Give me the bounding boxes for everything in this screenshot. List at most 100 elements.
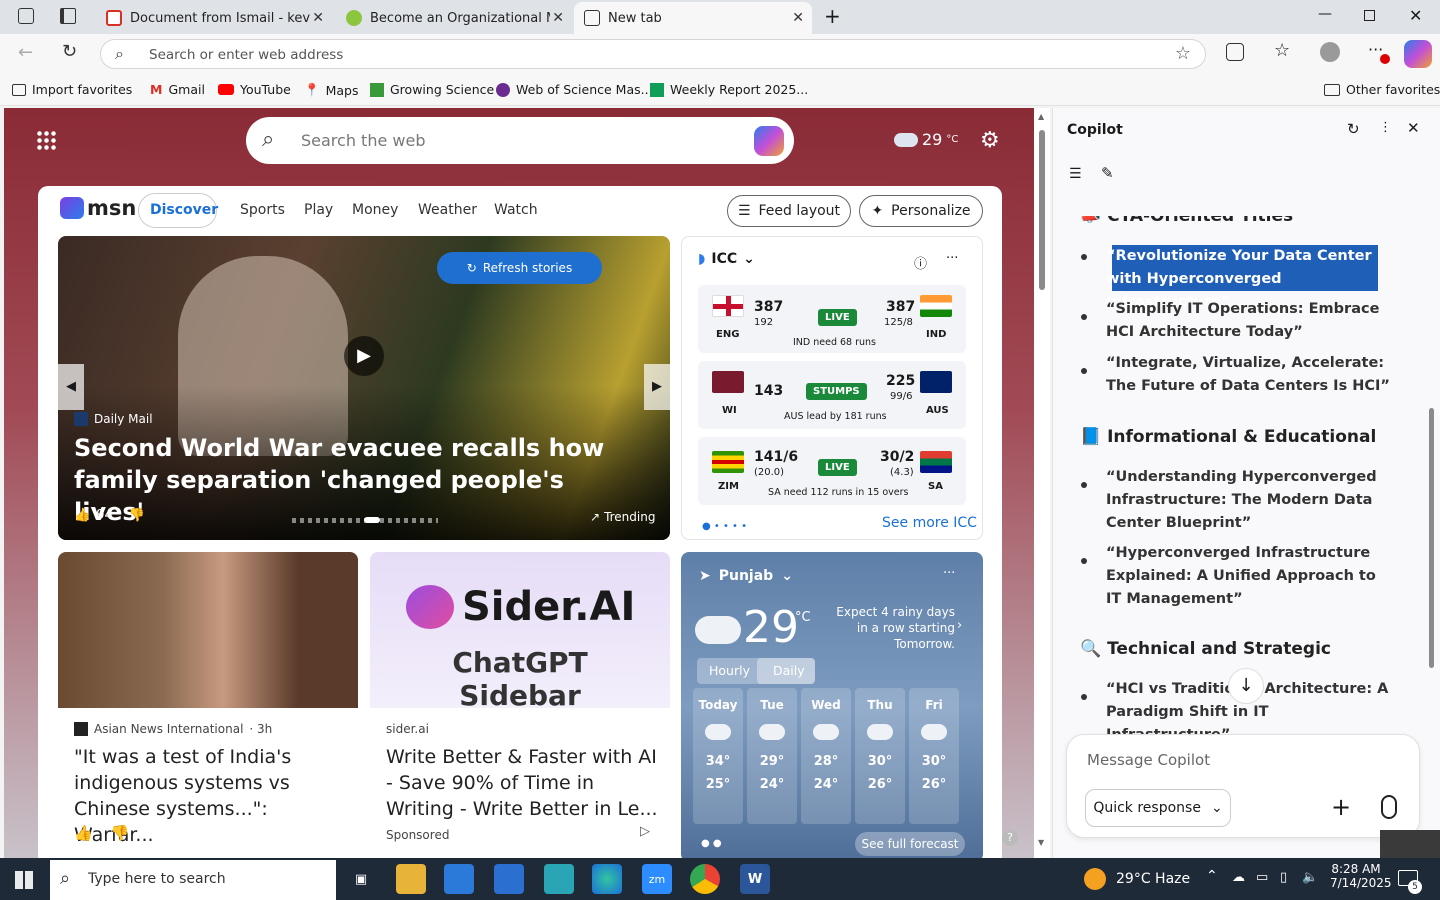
page-scrollbar[interactable]: ▲ ▼ xyxy=(1034,108,1050,858)
see-more-icc-link[interactable]: See more ICC xyxy=(882,515,977,531)
more-icon[interactable]: ··· xyxy=(946,251,958,266)
tab-gmail[interactable]: Document from Ismail - kevinasut ✕ xyxy=(96,2,332,34)
weather-taskbar-icon[interactable] xyxy=(1084,868,1106,890)
thumbs-up-icon[interactable]: 👍 xyxy=(74,824,93,842)
next-arrow-icon[interactable]: ▶ xyxy=(644,364,670,410)
favorites-icon[interactable]: ☆ xyxy=(1274,40,1290,61)
icc-page-dots[interactable]: ● • • • • xyxy=(702,521,747,532)
app-icon[interactable] xyxy=(544,864,574,894)
ad-headline[interactable]: Write Better & Faster with AI - Save 90%… xyxy=(386,744,658,822)
match-card[interactable]: ZIM 141/6 (20.0) LIVE SA need 112 runs i… xyxy=(698,437,966,505)
microphone-icon[interactable] xyxy=(1381,795,1397,819)
help-icon[interactable]: ? xyxy=(1002,830,1018,846)
back-icon[interactable]: ← xyxy=(18,42,33,63)
tab-new-tab[interactable]: New tab ✕ xyxy=(574,2,812,34)
news-card[interactable]: Asian News International · 3h "It was a t… xyxy=(58,552,358,858)
scroll-down-icon[interactable]: ▼ xyxy=(1038,838,1044,847)
tab-play[interactable]: Play xyxy=(304,202,333,218)
weather-page-dots[interactable]: ● ● xyxy=(701,838,722,849)
bookmark-youtube[interactable]: YouTube xyxy=(218,82,291,97)
feed-layout-button[interactable]: ☰ Feed layout xyxy=(727,195,851,227)
apps-grid-icon[interactable] xyxy=(36,130,58,152)
hero-story-card[interactable]: ↻ Refresh stories ▶ ◀ ▶ Daily Mail Second… xyxy=(58,236,670,540)
see-full-forecast-button[interactable]: See full forecast xyxy=(855,832,965,856)
sponsored-card[interactable]: Sider.AI ChatGPT Sidebar sider.ai Write … xyxy=(370,552,670,858)
bookmark-other-favorites[interactable]: Other favorites xyxy=(1324,82,1440,97)
quick-response-dropdown[interactable]: Quick response ⌄ xyxy=(1085,789,1231,827)
bookmark-maps[interactable]: 📍 Maps xyxy=(304,82,358,98)
copilot-icon[interactable] xyxy=(1404,40,1432,68)
minimize-icon[interactable]: — xyxy=(1318,6,1332,22)
chat-history-icon[interactable]: ☰ xyxy=(1069,166,1082,182)
workspaces-icon[interactable] xyxy=(18,8,34,24)
edge-icon[interactable] xyxy=(592,864,622,894)
chevron-right-icon[interactable]: › xyxy=(957,618,962,633)
vertical-tabs-icon[interactable] xyxy=(60,8,76,24)
new-tab-plus-icon[interactable]: + xyxy=(824,4,841,28)
tab-hourly[interactable]: Hourly xyxy=(709,663,750,678)
ad-choices-icon[interactable]: ▷ xyxy=(640,824,650,839)
volume-icon[interactable]: 🔈 xyxy=(1302,870,1318,885)
close-tab-icon[interactable]: ✕ xyxy=(312,10,324,26)
chrome-icon[interactable] xyxy=(690,864,720,894)
meet-now-icon[interactable]: ▭ xyxy=(1256,870,1268,885)
match-card[interactable]: ENG 387 192 LIVE IND need 68 runs 387 12… xyxy=(698,285,966,353)
tab-daily[interactable]: Daily xyxy=(773,663,805,678)
close-tab-icon[interactable]: ✕ xyxy=(792,10,804,26)
tab-watch[interactable]: Watch xyxy=(494,202,538,218)
network-icon[interactable]: ▯ xyxy=(1280,870,1287,885)
bookmark-growing-science[interactable]: Growing Science xyxy=(370,82,494,97)
play-icon[interactable]: ▶ xyxy=(344,336,384,376)
weather-mini[interactable]: 29 °C xyxy=(894,130,958,149)
close-tab-icon[interactable]: ✕ xyxy=(552,10,564,26)
word-icon[interactable]: W xyxy=(740,864,770,894)
refresh-icon[interactable]: ↻ xyxy=(62,41,77,62)
forecast-day[interactable]: Tue 29° 24° xyxy=(747,688,797,824)
profile-avatar[interactable] xyxy=(1320,42,1340,62)
copilot-scroll-thumb[interactable] xyxy=(1429,408,1434,668)
forecast-day[interactable]: Fri 30° 26° xyxy=(909,688,959,824)
favorite-star-icon[interactable]: ☆ xyxy=(1175,43,1191,64)
extensions-icon[interactable] xyxy=(1226,43,1244,61)
bookmark-weekly-report[interactable]: Weekly Report 2025... xyxy=(650,82,808,97)
tab-money[interactable]: Money xyxy=(352,202,398,218)
forecast-day[interactable]: Today 34° 25° xyxy=(693,688,743,824)
tab-membership[interactable]: Become an Organizational Memb ✕ xyxy=(336,2,572,34)
weather-location[interactable]: ➤ Punjab ⌄ xyxy=(699,568,793,584)
bookmark-import[interactable]: Import favorites xyxy=(12,82,132,97)
add-icon[interactable]: + xyxy=(1331,793,1351,821)
refresh-stories-button[interactable]: ↻ Refresh stories xyxy=(437,252,602,284)
thumbs-down-icon[interactable]: 👎 xyxy=(129,508,145,523)
scroll-up-icon[interactable]: ▲ xyxy=(1038,112,1044,121)
onedrive-icon[interactable]: ☁ xyxy=(1232,870,1245,885)
tab-sports[interactable]: Sports xyxy=(240,202,285,218)
forecast-day[interactable]: Wed 28° 24° xyxy=(801,688,851,824)
web-search-box[interactable]: ⌕ Search the web xyxy=(246,117,794,164)
settings-gear-icon[interactable]: ⚙ xyxy=(980,128,1000,153)
zoom-icon[interactable]: zm xyxy=(642,864,672,894)
personalize-button[interactable]: ✦ Personalize xyxy=(859,195,983,227)
thumbs-down-icon[interactable]: 👎 xyxy=(111,824,130,842)
more-icon[interactable]: ··· xyxy=(943,566,955,581)
icc-header[interactable]: ◗ ICC ⌄ xyxy=(698,251,755,267)
tray-chevron-icon[interactable]: ⌃ xyxy=(1206,868,1218,884)
new-chat-icon[interactable]: ✎ xyxy=(1101,164,1114,182)
windows-start-icon[interactable] xyxy=(15,871,33,889)
forecast-day[interactable]: Thu 30° 26° xyxy=(855,688,905,824)
info-icon[interactable]: ⓘ xyxy=(914,253,927,272)
taskbar-weather[interactable]: 29°C Haze xyxy=(1116,871,1190,887)
msn-logo[interactable]: msn xyxy=(60,196,136,220)
message-input[interactable]: Message Copilot xyxy=(1087,751,1210,769)
match-card[interactable]: WI 143 STUMPS AUS lead by 181 runs 225 9… xyxy=(698,361,966,429)
file-explorer-icon[interactable] xyxy=(396,864,426,894)
tab-weather[interactable]: Weather xyxy=(418,202,477,218)
store-icon[interactable] xyxy=(444,864,474,894)
task-view-icon[interactable]: ▣ xyxy=(346,864,376,894)
prev-arrow-icon[interactable]: ◀ xyxy=(58,364,84,410)
forecast-summary[interactable]: Expect 4 rainy days in a row starting To… xyxy=(831,604,955,652)
clock[interactable]: 8:28 AM 7/14/2025 xyxy=(1330,862,1392,890)
address-bar[interactable]: ⌕ Search or enter web address ☆ xyxy=(100,39,1206,69)
bookmark-gmail[interactable]: M Gmail xyxy=(150,82,205,97)
hero-headline[interactable]: Second World War evacuee recalls how fam… xyxy=(74,432,634,528)
bookmark-web-of-science[interactable]: Web of Science Mas... xyxy=(496,82,653,97)
